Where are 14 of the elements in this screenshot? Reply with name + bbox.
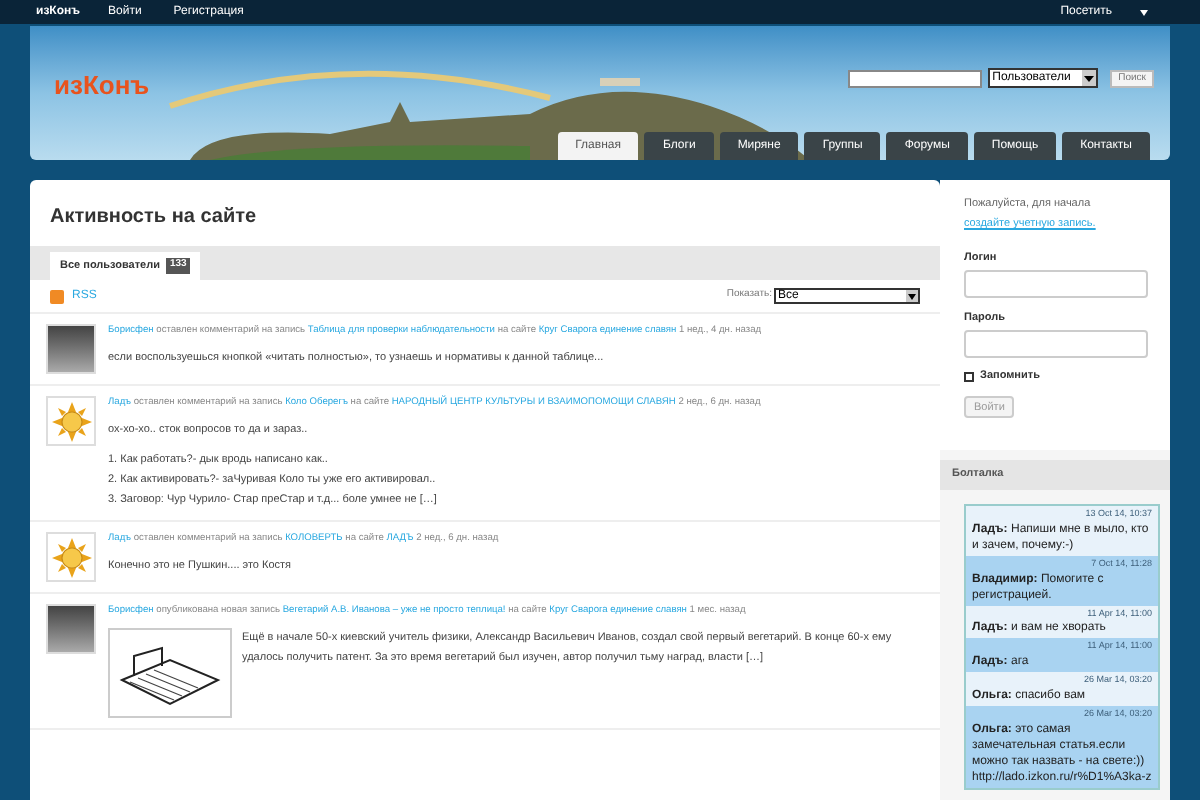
caret-icon — [1140, 9, 1148, 15]
avatar-photo-placeholder — [46, 324, 96, 374]
avatar-photo-placeholder — [46, 604, 96, 654]
password-field[interactable] — [964, 330, 1148, 358]
dropdown-arrow-icon — [906, 290, 918, 302]
remember-checkbox[interactable] — [964, 371, 974, 382]
login-field[interactable] — [964, 269, 1148, 298]
dropdown-arrow-icon — [1082, 70, 1097, 86]
sun-avatar-icon — [46, 396, 96, 446]
page-title: Активность на сайте — [48, 204, 259, 232]
search-field[interactable] — [848, 69, 983, 87]
sun-avatar-icon — [46, 532, 96, 582]
rss-icon — [50, 289, 64, 303]
site-logo[interactable]: изКонъ — [54, 66, 150, 105]
